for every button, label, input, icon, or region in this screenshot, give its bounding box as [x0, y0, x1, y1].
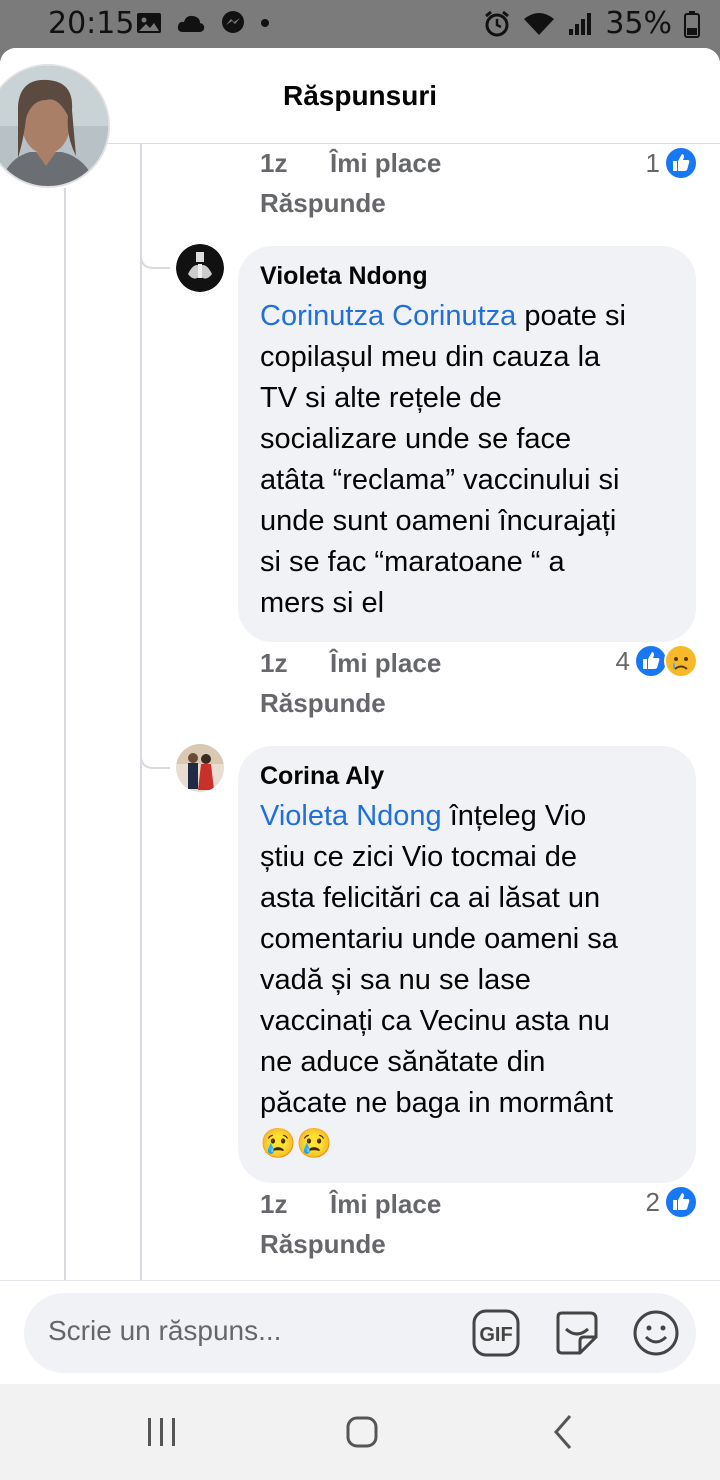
- alarm-icon: [485, 10, 510, 36]
- home-icon[interactable]: [338, 1408, 386, 1456]
- reaction-summary[interactable]: 1: [646, 146, 698, 180]
- avatar-photo: [176, 744, 224, 792]
- thread-line: [64, 188, 66, 1280]
- reply-button[interactable]: Răspunde: [260, 1229, 386, 1260]
- comment-author[interactable]: Violeta Ndong: [260, 260, 674, 292]
- reply-input[interactable]: Scrie un răspuns... GIF: [24, 1293, 696, 1373]
- comment-line: mers si el: [260, 587, 385, 619]
- wifi-icon: [524, 12, 555, 35]
- avatar[interactable]: [176, 744, 224, 792]
- reply-button[interactable]: Răspunde: [260, 188, 386, 219]
- comment-line: înțeleg Vio: [449, 800, 587, 832]
- svg-text:GIF: GIF: [479, 1324, 512, 1346]
- thread-connector: [140, 238, 170, 269]
- like-button[interactable]: Îmi place: [330, 1189, 441, 1220]
- comment-time: 1z: [260, 148, 288, 178]
- reply-button[interactable]: Răspunde: [260, 688, 386, 719]
- composer-area: Scrie un răspuns... GIF: [0, 1280, 720, 1384]
- page-title: Răspunsuri: [282, 80, 438, 111]
- like-reaction-icon: [634, 644, 668, 678]
- replies-sheet: Răspunsuri 1z Îmi place 1 Răspunde Viole…: [0, 48, 720, 1384]
- like-reaction-icon: [664, 1185, 698, 1219]
- emoji-icon[interactable]: [630, 1307, 682, 1359]
- back-icon[interactable]: [540, 1408, 588, 1456]
- comment-line: TV si alte rețele de: [260, 382, 502, 414]
- signal-icon: [569, 12, 592, 35]
- comment-text: Violeta Ndong înțeleg Vio știu ce zici Vi…: [260, 796, 674, 1165]
- reaction-count: 4: [615, 645, 630, 676]
- reaction-count: 2: [645, 1186, 660, 1217]
- comment-author[interactable]: Corina Aly: [260, 760, 674, 792]
- comment-line: ne aduce sănătate din: [260, 1046, 546, 1078]
- comment-line: vaccinați ca Vecinu asta nu: [260, 1005, 610, 1037]
- like-button[interactable]: Îmi place: [330, 148, 441, 179]
- avatar-photo: [176, 244, 224, 292]
- comment-line: atâta “reclama” vaccinului si: [260, 464, 620, 496]
- comment-line: asta felicitări ca ai lăsat un: [260, 882, 601, 914]
- cloud-icon: [177, 15, 205, 32]
- comment-line: copilașul meu din cauza la: [260, 341, 601, 373]
- dot-icon: [261, 19, 269, 27]
- comment-bubble[interactable]: Corina Aly Violeta Ndong înțeleg Vio știu…: [238, 746, 696, 1183]
- mention-link[interactable]: Violeta Ndong: [260, 800, 442, 832]
- recent-apps-icon[interactable]: [138, 1408, 186, 1456]
- comment-line: păcate ne baga in mormânt: [260, 1087, 614, 1119]
- messenger-icon: [222, 11, 244, 33]
- system-nav-bar: [0, 1384, 720, 1480]
- comment-emoji: 😢😢: [260, 1128, 333, 1160]
- sticker-icon[interactable]: [550, 1307, 602, 1359]
- mention-link[interactable]: Corinutza Corinutza: [260, 300, 516, 332]
- comment-line: si se fac “maratoane “ a: [260, 546, 565, 578]
- avatar-photo: [0, 66, 108, 186]
- thread-line: [140, 144, 142, 1280]
- sad-reaction-icon: [664, 644, 698, 678]
- comment-time: 1z: [260, 648, 288, 678]
- reaction-summary[interactable]: 2: [646, 1185, 698, 1219]
- comment-line: vadă și sa nu se lase: [260, 964, 531, 996]
- comment-time: 1z: [260, 1189, 288, 1219]
- like-reaction-icon: [664, 146, 698, 180]
- gif-icon[interactable]: GIF: [470, 1307, 522, 1359]
- reply-placeholder: Scrie un răspuns...: [48, 1315, 282, 1346]
- status-bar: 20:15 35%: [0, 0, 720, 48]
- comment-text: Corinutza Corinutza poate si copilașul me…: [260, 296, 674, 624]
- reaction-count: 1: [645, 147, 660, 178]
- reaction-summary[interactable]: 4: [616, 644, 698, 678]
- thread-connector: [140, 738, 170, 769]
- comment-line: poate si: [524, 300, 626, 332]
- like-button[interactable]: Îmi place: [330, 648, 441, 679]
- comment-line: știu ce zici Vio tocmai de: [260, 841, 577, 873]
- battery-percent: 35%: [605, 6, 672, 41]
- comment-line: comentariu unde oameni sa: [260, 923, 618, 955]
- comment-line: unde sunt oameni încurajați: [260, 505, 617, 537]
- battery-icon: [684, 10, 700, 38]
- avatar[interactable]: [176, 244, 224, 292]
- comment-bubble[interactable]: Violeta Ndong Corinutza Corinutza poate …: [238, 246, 696, 642]
- status-time: 20:15: [48, 6, 135, 41]
- image-icon: [137, 13, 161, 33]
- comment-line: socializare unde se face: [260, 423, 572, 455]
